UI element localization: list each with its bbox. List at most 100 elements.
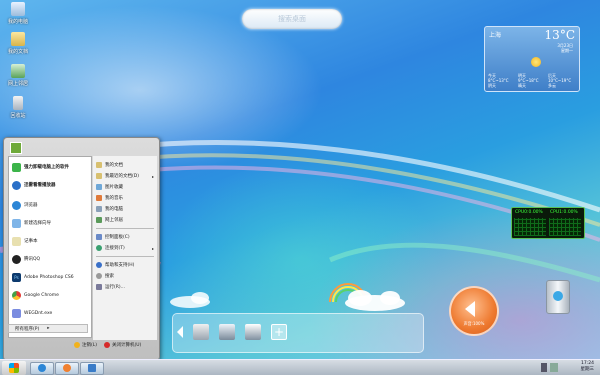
start-menu-item-label: 强力卸载电脑上的软件 [24,165,69,170]
ie-icon [38,364,46,372]
photoshop-icon: Ps [12,272,21,282]
start-menu-place[interactable]: 运行(R)... [96,282,154,292]
place-label: 我最近的文档(D) [105,174,139,179]
start-menu-item-label: 浏览器 [24,203,38,208]
start-menu-item[interactable]: 记事本 [12,233,38,249]
browser-icon [12,200,21,210]
start-menu-place[interactable]: 我最近的文档(D) ▸ [96,171,154,181]
desktop-wallpaper: 我的电脑 我的文档 网上邻居 回收站 搜索桌面 上海 13°C 3月23日 星期… [0,0,600,375]
place-label: 我的文档 [105,163,123,168]
start-menu-place[interactable]: 我的音乐 [96,193,154,203]
submenu-arrow-icon: ▸ [151,173,154,179]
computer-icon [96,206,102,212]
search-placeholder: 搜索桌面 [278,15,306,23]
desktop-icon-my-computer[interactable]: 我的电脑 [2,2,34,25]
dock-scroll-left-button[interactable] [177,326,183,338]
dock-recycle-bin-icon[interactable] [193,324,209,340]
desktop-icon-my-documents[interactable]: 我的文档 [2,32,34,55]
taskbar-media-button[interactable] [55,362,79,375]
desktop-icon-label: 回收站 [10,113,26,119]
start-menu-place[interactable]: 连接到(T) ▸ [96,243,154,253]
tray-flag-icon[interactable] [541,363,547,372]
place-label: 连接到(T) [105,246,125,251]
clock-date: 星期三 [580,367,595,372]
computer-icon [11,2,25,16]
volume-widget[interactable]: 声音:100% [449,286,499,336]
cpu1-graph [549,218,581,236]
tray-battery-icon[interactable] [550,363,558,372]
start-menu-place[interactable]: 帮助和支持(H) [96,260,154,270]
menu-divider [96,256,154,257]
start-menu-place[interactable]: 我的电脑 [96,204,154,214]
folder-icon [11,32,25,46]
recycle-bin-widget[interactable] [546,280,570,314]
forecast-day-after: 后天 10°C~19°C 多云 [548,73,576,88]
all-programs-button[interactable]: 所有程序(P) ▸ [8,324,88,333]
place-label: 网上邻居 [105,218,123,223]
start-menu-item-label: 新建选择向导 [24,221,51,226]
dock-bar: + [172,313,424,353]
weather-date: 3月23日 星期一 [557,43,573,53]
taskbar-clock[interactable]: 17:24 星期三 [581,361,595,373]
music-icon [96,195,102,201]
dock-add-icon[interactable]: + [271,324,287,340]
start-menu-item[interactable]: 强力卸载电脑上的软件 [12,159,69,175]
desktop-icon-label: 我的电脑 [7,19,28,25]
desktop-icon-recycle-bin[interactable]: 回收站 [2,96,34,119]
submenu-arrow-icon: ▸ [151,245,154,251]
taskbar-ie-button[interactable] [30,362,54,375]
menu-divider [96,228,154,229]
start-menu-item[interactable]: WEGDnt.exe [12,305,52,321]
speaker-icon [465,301,475,317]
cpu1-label: CPU1:0.00% [550,210,578,215]
cpu-meter-widget[interactable]: CPU0:0.00% CPU1:0.00% [511,207,585,239]
start-menu-place[interactable]: 图片收藏 [96,182,154,192]
wizard-icon [12,218,21,228]
shutdown-button[interactable]: 关闭计算机(U) [104,342,141,348]
weather-city: 上海 [489,32,502,39]
start-menu-place[interactable]: 我的文档 [96,160,154,170]
weather-weekday: 星期一 [561,48,573,53]
start-menu-item[interactable]: 新建选择向导 [12,215,51,231]
start-menu: 强力卸载电脑上的软件 迅雷看看播放器 浏览器 新建选择向导 记事本 腾讯QQ P… [3,137,160,361]
chrome-icon [12,290,21,300]
help-icon [96,262,102,268]
arrow-right-icon: ▸ [47,326,50,331]
desktop-icon-network[interactable]: 网上邻居 [2,64,34,87]
start-menu-item-label: 迅雷看看播放器 [24,183,56,188]
run-icon [96,284,102,290]
start-menu-item-label: Google Chrome [24,292,59,298]
cpu0-graph [514,218,546,236]
forecast-cond: 晴天 [518,83,526,88]
start-menu-item[interactable]: 腾讯QQ [12,251,40,267]
notepad-icon [12,236,21,246]
start-menu-programs-panel: 强力卸载电脑上的软件 迅雷看看播放器 浏览器 新建选择向导 记事本 腾讯QQ P… [8,156,92,338]
documents-icon [96,162,102,168]
start-menu-item[interactable]: Google Chrome [12,287,59,303]
start-menu-place[interactable]: 搜索 [96,271,154,281]
recycle-logo-icon [553,291,563,301]
taskbar-folder-button[interactable] [80,362,104,375]
dock-film-icon[interactable] [245,324,261,340]
cpu0-label: CPU0:0.00% [515,210,543,215]
logoff-icon [74,342,80,348]
weather-widget[interactable]: 上海 13°C 3月23日 星期一 今天 8°C~13°C 阴天 明天 9°C~… [484,26,580,92]
forecast-tomorrow: 明天 9°C~18°C 晴天 [518,73,546,88]
start-button[interactable] [2,361,26,375]
start-menu-item[interactable]: 迅雷看看播放器 [12,177,56,193]
dock-computer-icon[interactable] [219,324,235,340]
start-menu-place[interactable]: 网上邻居 [96,215,154,225]
volume-label: 声音:100% [463,321,485,326]
start-menu-place[interactable]: 控制面板(C) [96,232,154,242]
place-label: 搜索 [105,274,114,279]
taskbar: 17:24 星期三 [0,359,600,375]
tray-area [541,363,558,372]
start-menu-item[interactable]: 浏览器 [12,197,38,213]
place-label: 帮助和支持(H) [105,263,135,268]
desktop-search-box[interactable]: 搜索桌面 [242,9,342,29]
sun-icon [531,57,541,67]
start-menu-item[interactable]: Ps Adobe Photoshop CS6 [12,269,74,285]
logoff-button[interactable]: 注销(L) [74,342,97,348]
qq-icon [12,254,21,264]
start-menu-user-avatar [10,142,22,154]
